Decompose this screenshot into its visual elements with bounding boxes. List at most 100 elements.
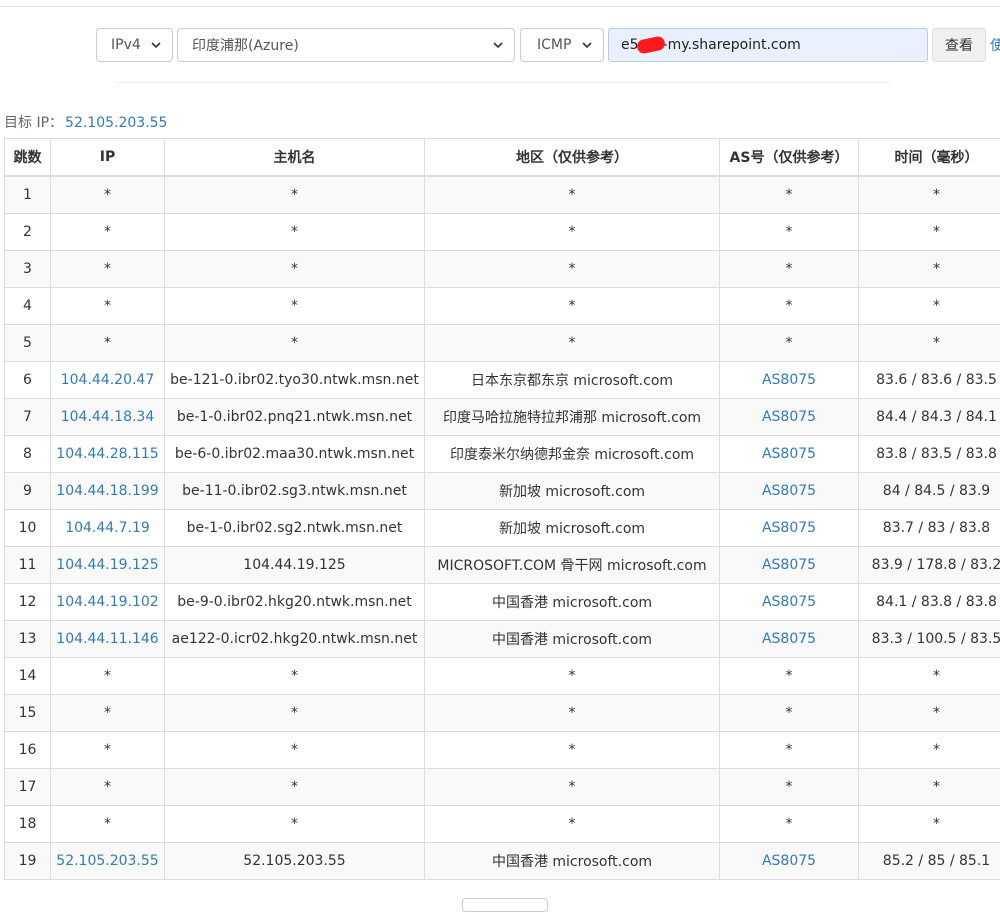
ip-cell: * [51,214,165,251]
region-cell: 新加坡 microsoft.com [425,510,720,547]
hostname-cell: * [165,769,425,806]
hop-cell: 19 [5,843,51,880]
table-row: 14***** [5,658,1000,695]
table-row: 16***** [5,732,1000,769]
region-cell: * [425,214,720,251]
as-cell: * [720,695,859,732]
hop-cell: 2 [5,214,51,251]
hostname-cell: be-11-0.ibr02.sg3.ntwk.msn.net [165,473,425,510]
ip-cell: * [51,288,165,325]
ip-cell[interactable]: 104.44.28.115 [51,436,165,473]
hop-cell: 18 [5,806,51,843]
table-row: 15***** [5,695,1000,732]
as-cell[interactable]: AS8075 [720,584,859,621]
time-cell: * [859,251,1000,288]
ip-cell: * [51,658,165,695]
hop-cell: 15 [5,695,51,732]
table-row: 1***** [5,176,1000,214]
hostname-cell: 52.105.203.55 [165,843,425,880]
header-time: 时间（毫秒） [859,139,1000,177]
ip-cell[interactable]: 104.44.18.34 [51,399,165,436]
as-cell[interactable]: AS8075 [720,510,859,547]
pager-button[interactable] [462,898,548,912]
ip-cell[interactable]: 104.44.19.102 [51,584,165,621]
time-cell: 84 / 84.5 / 83.9 [859,473,1000,510]
host-input[interactable]: e5-my.sharepoint.com [608,28,928,62]
ip-cell[interactable]: 104.44.11.146 [51,621,165,658]
table-row: 9104.44.18.199be-11-0.ibr02.sg3.ntwk.msn… [5,473,1000,510]
hop-cell: 17 [5,769,51,806]
hostname-cell: be-9-0.ibr02.hkg20.ntwk.msn.net [165,584,425,621]
time-cell: 84.4 / 84.3 / 84.1 [859,399,1000,436]
as-cell[interactable]: AS8075 [720,621,859,658]
table-row: 6104.44.20.47be-121-0.ibr02.tyo30.ntwk.m… [5,362,1000,399]
as-cell[interactable]: AS8075 [720,843,859,880]
region-cell: 中国香港 microsoft.com [425,843,720,880]
header-as: AS号（仅供参考） [720,139,859,177]
ip-cell[interactable]: 104.44.18.199 [51,473,165,510]
region-cell: * [425,806,720,843]
hop-cell: 6 [5,362,51,399]
as-cell[interactable]: AS8075 [720,547,859,584]
truncated-link[interactable]: 使 [990,35,1000,55]
as-cell: * [720,806,859,843]
time-cell: 83.8 / 83.5 / 83.8 [859,436,1000,473]
as-cell: * [720,288,859,325]
ip-cell: * [51,325,165,362]
time-cell: 83.7 / 83 / 83.8 [859,510,1000,547]
hostname-cell: be-6-0.ibr02.maa30.ntwk.msn.net [165,436,425,473]
query-button[interactable]: 查看 [932,28,986,62]
header-ip: IP [51,139,165,177]
region-cell: 新加坡 microsoft.com [425,473,720,510]
hostname-cell: * [165,695,425,732]
as-cell: * [720,769,859,806]
time-cell: * [859,176,1000,214]
time-cell: * [859,658,1000,695]
as-cell[interactable]: AS8075 [720,399,859,436]
table-row: 2***** [5,214,1000,251]
ip-version-select[interactable]: IPv4 [96,28,173,62]
as-cell[interactable]: AS8075 [720,436,859,473]
section-divider [116,82,890,83]
table-row: 8104.44.28.115be-6-0.ibr02.maa30.ntwk.ms… [5,436,1000,473]
ip-version-value: IPv4 [111,37,150,53]
hostname-cell: be-121-0.ibr02.tyo30.ntwk.msn.net [165,362,425,399]
table-row: 7104.44.18.34be-1-0.ibr02.pnq21.ntwk.msn… [5,399,1000,436]
table-row: 4***** [5,288,1000,325]
region-cell: MICROSOFT.COM 骨干网 microsoft.com [425,547,720,584]
region-cell: * [425,769,720,806]
as-cell[interactable]: AS8075 [720,362,859,399]
ip-cell[interactable]: 104.44.19.125 [51,547,165,584]
time-cell: 84.1 / 83.8 / 83.8 [859,584,1000,621]
hostname-cell: * [165,732,425,769]
ip-cell[interactable]: 104.44.7.19 [51,510,165,547]
hostname-cell: * [165,176,425,214]
table-row: 11104.44.19.125104.44.19.125MICROSOFT.CO… [5,547,1000,584]
table-row: 5***** [5,325,1000,362]
header-hostname: 主机名 [165,139,425,177]
hop-cell: 13 [5,621,51,658]
table-row: 18***** [5,806,1000,843]
node-select[interactable]: 印度浦那(Azure) [177,28,515,62]
as-cell: * [720,176,859,214]
ip-cell[interactable]: 52.105.203.55 [51,843,165,880]
protocol-select[interactable]: ICMP [520,28,604,62]
table-header-row: 跳数 IP 主机名 地区（仅供参考） AS号（仅供参考） 时间（毫秒） [5,139,1000,177]
hop-cell: 1 [5,176,51,214]
ip-cell[interactable]: 104.44.20.47 [51,362,165,399]
target-ip-value[interactable]: 52.105.203.55 [65,115,167,131]
hostname-cell: * [165,251,425,288]
as-cell[interactable]: AS8075 [720,473,859,510]
node-value: 印度浦那(Azure) [192,35,492,55]
top-divider [0,6,1000,7]
hop-cell: 14 [5,658,51,695]
table-row: 3***** [5,251,1000,288]
protocol-value: ICMP [535,37,581,53]
header-hop: 跳数 [5,139,51,177]
time-cell: * [859,769,1000,806]
target-ip-line: 目标 IP：52.105.203.55 [4,112,167,132]
as-cell: * [720,251,859,288]
time-cell: 83.3 / 100.5 / 83.5 [859,621,1000,658]
time-cell: 83.6 / 83.6 / 83.5 [859,362,1000,399]
query-toolbar: IPv4 印度浦那(Azure) ICMP e5-my.sharepoint.c… [0,28,1000,62]
